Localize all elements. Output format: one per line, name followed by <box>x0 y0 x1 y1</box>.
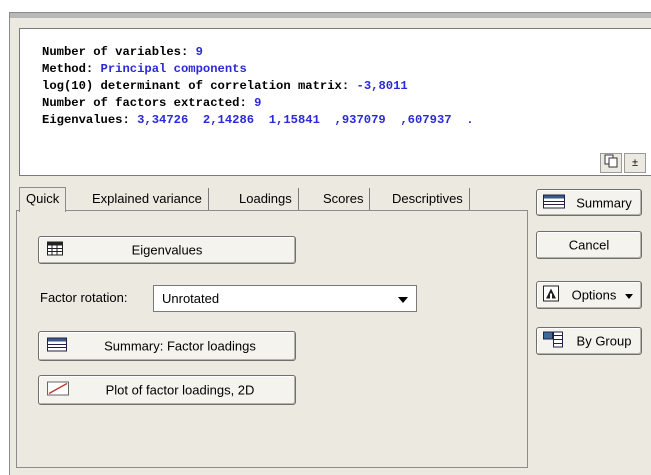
summary-line-variables: Number of variables: 9 <box>42 45 203 59</box>
chevron-down-icon <box>625 294 633 299</box>
summary-table-icon <box>47 337 67 355</box>
summary-line-determinant: log(10) determinant of correlation matri… <box>42 79 408 93</box>
summary-button-label: Summary <box>576 195 632 210</box>
factor-rotation-select[interactable]: Unrotated <box>153 285 417 312</box>
tab-loadings[interactable]: Loadings <box>233 188 299 212</box>
expand-toggle-button[interactable]: ± <box>624 153 646 173</box>
options-button[interactable]: Options <box>536 281 642 309</box>
results-summary-box: Number of variables: 9 Method: Principal… <box>19 28 651 176</box>
options-icon <box>543 285 559 305</box>
options-button-label: Options <box>571 287 617 303</box>
factor-rotation-value: Unrotated <box>162 291 220 306</box>
summary-table-icon <box>543 194 565 211</box>
tab-explained-variance[interactable]: Explained variance <box>86 188 209 212</box>
summary-line-factors: Number of factors extracted: 9 <box>42 96 262 110</box>
summary-line-method: Method: Principal components <box>42 62 247 76</box>
summary-button[interactable]: Summary <box>536 189 642 216</box>
chevron-down-icon <box>398 297 408 303</box>
tab-scores[interactable]: Scores <box>317 188 371 212</box>
eigenvalues-button[interactable]: Eigenvalues <box>38 236 296 264</box>
by-group-button[interactable]: By Group <box>536 327 642 355</box>
tab-quick[interactable]: Quick <box>19 187 67 212</box>
title-bar-edge <box>10 13 651 18</box>
by-group-button-label: By Group <box>576 333 632 349</box>
summary-factor-loadings-label: Summary: Factor loadings <box>104 338 256 354</box>
summary-factor-loadings-button[interactable]: Summary: Factor loadings <box>38 331 296 361</box>
cancel-button-label: Cancel <box>568 237 610 253</box>
group-table-icon <box>543 331 563 351</box>
summary-line-eigenvalues: Eigenvalues: 3,34726 2,14286 1,15841 ,93… <box>42 113 474 127</box>
plot-factor-loadings-button[interactable]: Plot of factor loadings, 2D <box>38 375 296 405</box>
copy-icon[interactable] <box>600 153 622 173</box>
eigenvalues-button-label: Eigenvalues <box>131 242 203 258</box>
tab-descriptives[interactable]: Descriptives <box>386 188 470 212</box>
factor-rotation-label: Factor rotation: <box>40 290 128 305</box>
cancel-button[interactable]: Cancel <box>536 231 642 259</box>
plot-factor-loadings-label: Plot of factor loadings, 2D <box>105 382 255 398</box>
